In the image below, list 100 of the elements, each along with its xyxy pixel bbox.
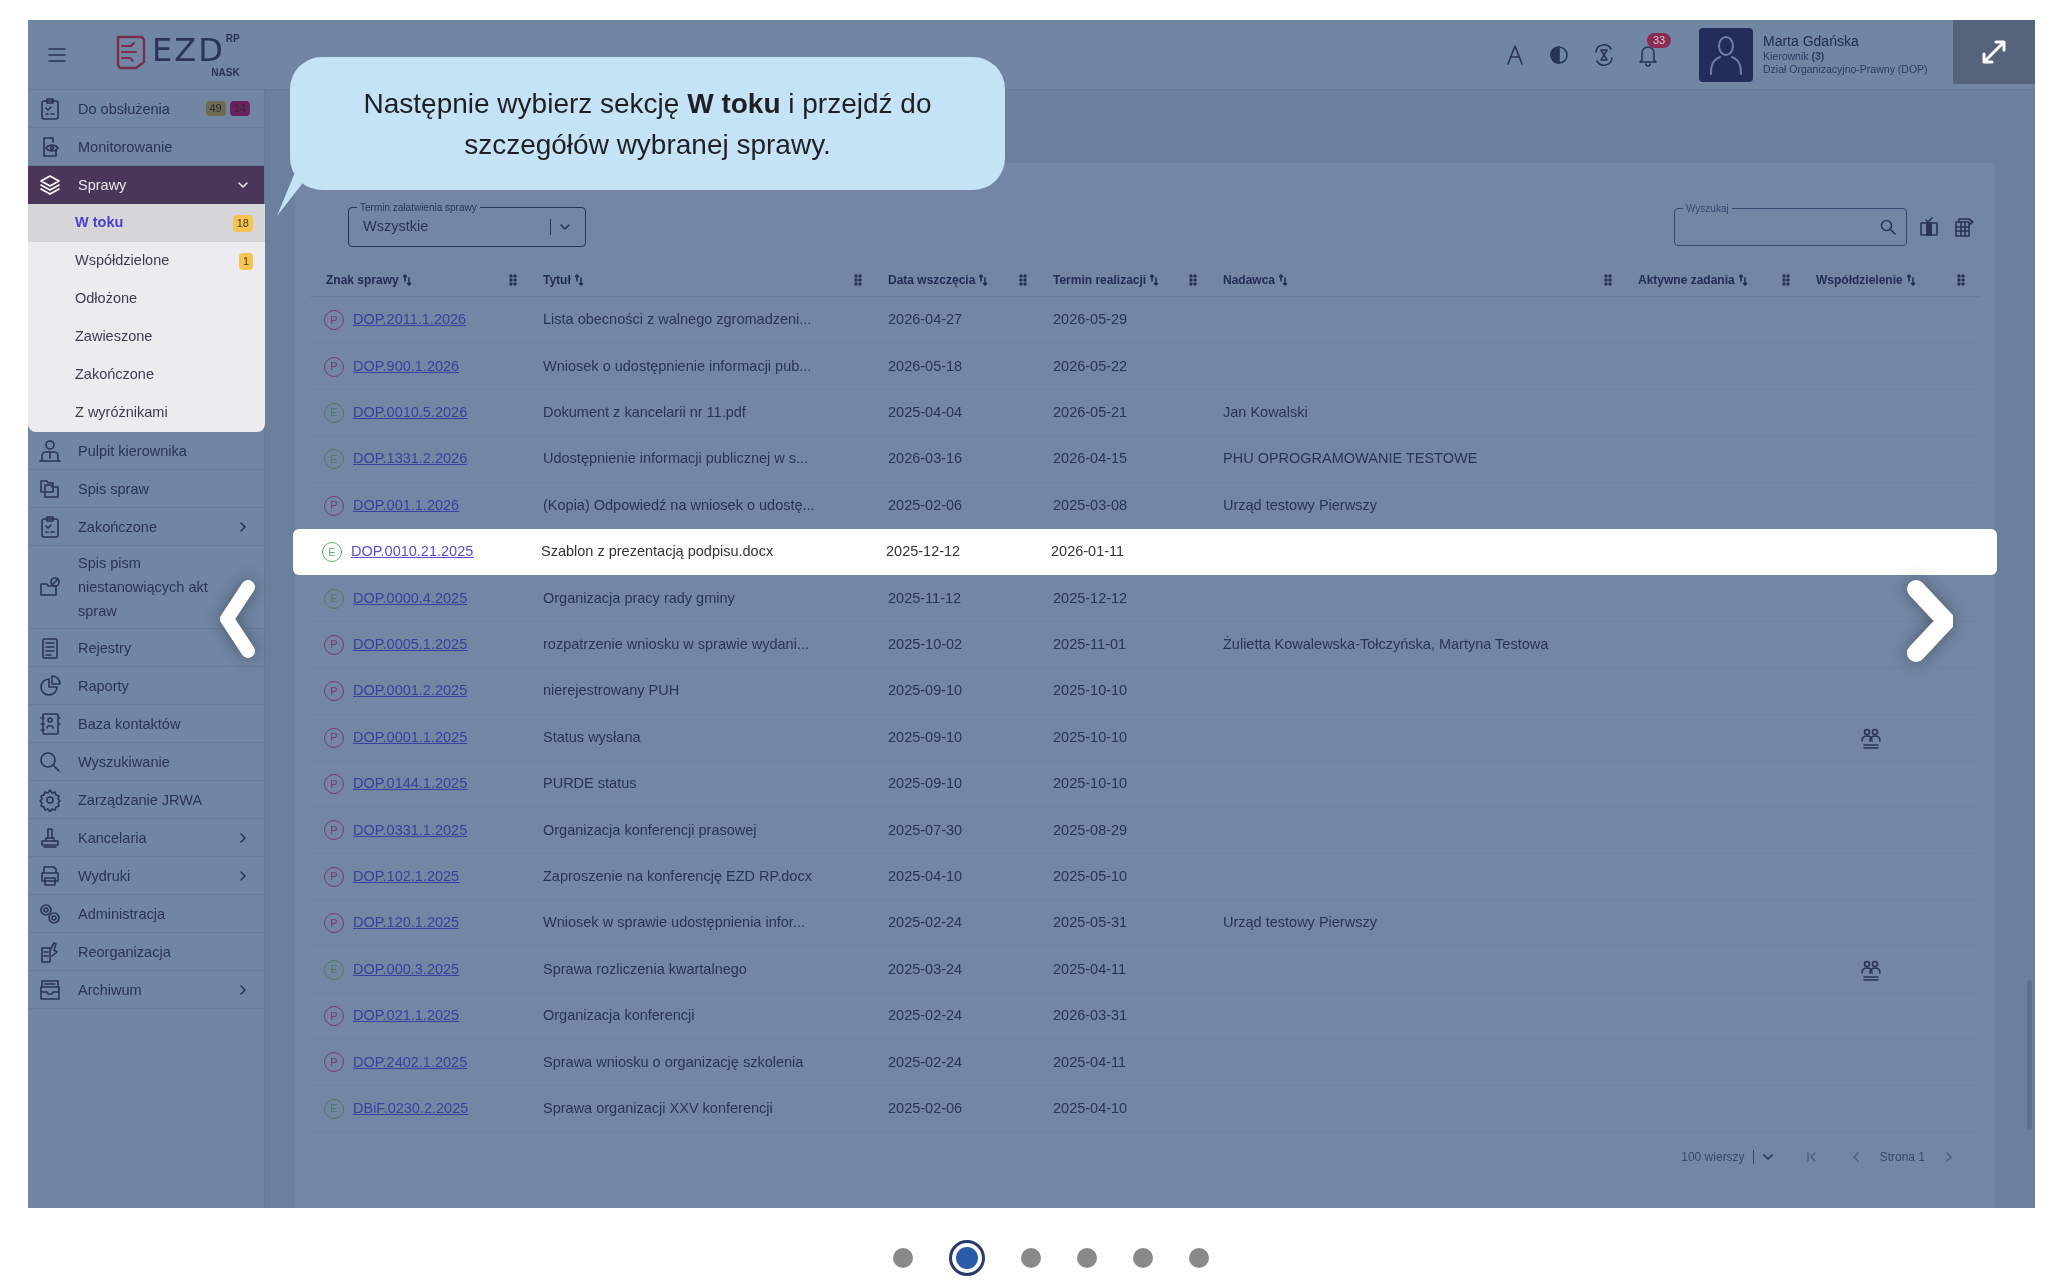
- fullscreen-button[interactable]: [1953, 20, 2035, 84]
- drag-handle-icon[interactable]: [509, 273, 517, 286]
- case-number-link[interactable]: DOP.0010.21.2025: [351, 541, 474, 563]
- user-avatar[interactable]: [1699, 27, 1753, 82]
- case-number-link[interactable]: DOP.0001.1.2025: [353, 726, 468, 749]
- table-row[interactable]: E DOP.1331.2.2026 Udostępnienie informacji publicznej w s... 2026-03-16 2026-04-15 PHU OPROGRAMOWANIE TESTOWE: [295, 436, 1995, 483]
- table-cell-text: 2025-10-10: [1052, 681, 1129, 701]
- table-export-icon[interactable]: [1953, 216, 1975, 238]
- table-row[interactable]: E DOP.0010.21.2025 Szablon z prezentacją podpisu.docx 2025-12-12 2026-01-11: [293, 528, 1997, 576]
- sidebar-item[interactable]: Wyszukiwanie: [28, 743, 264, 781]
- table-row[interactable]: P DOP.2402.1.2025 Sprawa wniosku o organizację szkolenia 2025-02-24 2025-04-11: [295, 1039, 1995, 1086]
- sidebar-item[interactable]: Archiwum: [28, 971, 264, 1009]
- table-cell-text: 2025-09-10: [887, 727, 964, 747]
- chevron-left-icon: [220, 580, 255, 658]
- table-row[interactable]: P DOP.0331.1.2025 Organizacja konferencji prasowej 2025-07-30 2025-08-29: [295, 807, 1995, 854]
- sidebar-item[interactable]: Rejestry: [28, 629, 264, 667]
- drag-handle-icon[interactable]: [1019, 273, 1027, 286]
- case-number-link[interactable]: DOP.0010.5.2026: [353, 402, 468, 424]
- sidebar-item[interactable]: Baza kontaktów: [28, 705, 264, 743]
- contrast-icon[interactable]: [1549, 44, 1569, 65]
- submenu-item[interactable]: W toku 18: [28, 204, 265, 242]
- case-number-link[interactable]: DOP.0001.2.2025: [353, 680, 468, 703]
- submenu-item[interactable]: Współdzielone 1: [28, 242, 265, 280]
- case-number-link[interactable]: DOP.120.1.2025: [353, 912, 460, 935]
- drag-handle-icon[interactable]: [1782, 273, 1790, 286]
- column-header[interactable]: Termin realizacji: [1053, 270, 1160, 289]
- case-number-link[interactable]: DOP.900.1.2026: [353, 355, 460, 378]
- case-number-link[interactable]: DOP.0005.1.2025: [353, 634, 468, 656]
- table-row[interactable]: P DOP.0005.1.2025 rozpatrzenie wniosku w sprawie wydani... 2025-10-02 2025-11-01 Żulietta Kowalewska-Tołczyńska, Martyna Testowa: [295, 621, 1995, 669]
- case-number-link[interactable]: DOP.1331.2.2026: [353, 448, 468, 471]
- first-page-icon[interactable]: [1805, 1151, 1818, 1164]
- table-row[interactable]: P DOP.0001.1.2025 Status wysłana 2025-09-10 2025-10-10: [295, 714, 1995, 761]
- column-header[interactable]: Nadawca: [1223, 270, 1289, 289]
- case-number-link[interactable]: DOP.021.1.2025: [353, 1005, 460, 1027]
- table-row[interactable]: E DOP.0000.4.2025 Organizacja pracy rady gminy 2025-11-12 2025-12-12: [295, 575, 1995, 622]
- case-number-link[interactable]: DOP.2011.1.2026: [353, 309, 467, 332]
- columns-icon[interactable]: [1919, 217, 1939, 237]
- hourglass-cycle-icon[interactable]: [1593, 43, 1615, 66]
- drag-handle-icon[interactable]: [1189, 273, 1197, 286]
- drag-handle-icon[interactable]: [1957, 273, 1965, 286]
- table-cell-text: Organizacja pracy rady gminy: [542, 588, 736, 608]
- submenu-item[interactable]: Zawieszone: [28, 318, 265, 356]
- column-header[interactable]: Znak sprawy: [326, 270, 412, 289]
- table-row[interactable]: P DOP.001.1.2026 (Kopia) Odpowiedź na wniosek o udostę... 2025-02-06 2025-03-08 Urząd testowy Pierwszy: [295, 482, 1995, 529]
- sort-icon: [574, 273, 584, 286]
- case-number-link[interactable]: DOP.001.1.2026: [353, 494, 460, 517]
- table-cell-text: 2025-04-11: [1052, 959, 1128, 979]
- sidebar-item[interactable]: Do obsłużenia 49 14: [28, 90, 264, 128]
- table-row[interactable]: E DBiF.0230.2.2025 Sprawa organizacji XXV konferencji 2025-02-06 2025-04-10: [295, 1085, 1995, 1133]
- sidebar-item[interactable]: Sprawy: [28, 166, 264, 204]
- column-header[interactable]: Aktywne zadania: [1638, 270, 1748, 289]
- case-number-link[interactable]: DOP.0000.4.2025: [353, 587, 468, 610]
- sidebar-item[interactable]: Wydruki: [28, 857, 264, 895]
- letter-a-icon[interactable]: [1507, 44, 1523, 65]
- table-cell-text: Dokument z kancelarii nr 11.pdf: [542, 403, 747, 423]
- table-cell-text: Sprawa rozliczenia kwartalnego: [542, 959, 748, 979]
- sidebar-item[interactable]: Administracja: [28, 895, 264, 933]
- next-slide-button[interactable]: [1905, 580, 1953, 662]
- search-icon: [38, 749, 62, 774]
- sidebar-item[interactable]: Spis spraw: [28, 470, 264, 508]
- sidebar-item[interactable]: Kancelaria: [28, 819, 264, 857]
- rows-per-page-select[interactable]: 100 wierszy: [1681, 1148, 1745, 1167]
- column-header[interactable]: Tytuł: [543, 270, 584, 289]
- column-header[interactable]: Data wszczęcia: [888, 270, 989, 289]
- drag-handle-icon[interactable]: [1604, 273, 1612, 286]
- case-number-link[interactable]: DBiF.0230.2.2025: [353, 1097, 469, 1120]
- previous-slide-button[interactable]: [220, 580, 255, 658]
- sidebar-item[interactable]: Zarządzanie JRWA: [28, 781, 264, 819]
- table-row[interactable]: P DOP.0001.2.2025 nierejestrowany PUH 2025-09-10 2025-10-10: [295, 668, 1995, 715]
- table-row[interactable]: P DOP.900.1.2026 Wniosek o udostępnienie informacji pub... 2026-05-18 2026-05-22: [295, 343, 1995, 390]
- sidebar-item[interactable]: Spis pism niestanowiących akt spraw: [28, 546, 264, 629]
- table-row[interactable]: E DOP.0010.5.2026 Dokument z kancelarii nr 11.pdf 2025-04-04 2026-05-21 Jan Kowalski: [295, 389, 1995, 437]
- table-row[interactable]: P DOP.120.1.2025 Wniosek w sprawie udostępnienia infor... 2025-02-24 2025-05-31 Urząd testowy Pierwszy: [295, 900, 1995, 947]
- case-number-link[interactable]: DOP.102.1.2025: [353, 866, 460, 888]
- count-badge: 49: [205, 101, 226, 116]
- menu-icon[interactable]: [48, 47, 66, 62]
- case-number-link[interactable]: DOP.0331.1.2025: [353, 819, 468, 842]
- table-row[interactable]: P DOP.102.1.2025 Zaproszenie na konferencję EZD RP.docx 2025-04-10 2025-05-10: [295, 853, 1995, 901]
- table-cell-text: Wniosek o udostępnienie informacji pub...: [542, 356, 813, 376]
- sidebar-item[interactable]: Reorganizacja: [28, 933, 264, 971]
- submenu-item[interactable]: Z wyróżnikami: [28, 394, 265, 432]
- table-cell-text: 2026-05-22: [1052, 356, 1129, 376]
- table-row[interactable]: P DOP.021.1.2025 Organizacja konferencji 2025-02-24 2026-03-31: [295, 992, 1995, 1040]
- case-number-link[interactable]: DOP.000.3.2025: [353, 958, 460, 981]
- table-row[interactable]: P DOP.2011.1.2026 Lista obecności z walnego zgromadzeni... 2026-04-27 2026-05-29: [295, 297, 1995, 344]
- sidebar-item[interactable]: Pulpit kierownika: [28, 432, 264, 470]
- case-number-link[interactable]: DOP.2402.1.2025: [353, 1051, 468, 1074]
- table-cell-text: 2025-04-10: [887, 867, 964, 886]
- case-number-link[interactable]: DOP.0144.1.2025: [353, 773, 468, 795]
- table-row[interactable]: E DOP.000.3.2025 Sprawa rozliczenia kwartalnego 2025-03-24 2025-04-11: [295, 946, 1995, 993]
- table-cell-text: 2026-05-29: [1052, 310, 1129, 330]
- submenu-item[interactable]: Odłożone: [28, 280, 265, 318]
- sidebar-item[interactable]: Zakończone: [28, 508, 264, 546]
- next-page-icon[interactable]: [1943, 1151, 1955, 1164]
- sidebar-item[interactable]: Raporty: [28, 667, 264, 705]
- table-row[interactable]: P DOP.0144.1.2025 PURDE status 2025-09-10 2025-10-10: [295, 760, 1995, 808]
- submenu-item[interactable]: Zakończone: [28, 356, 265, 394]
- drag-handle-icon[interactable]: [854, 273, 862, 286]
- column-header[interactable]: Współdzielenie: [1816, 270, 1916, 289]
- search-icon: [1880, 219, 1896, 235]
